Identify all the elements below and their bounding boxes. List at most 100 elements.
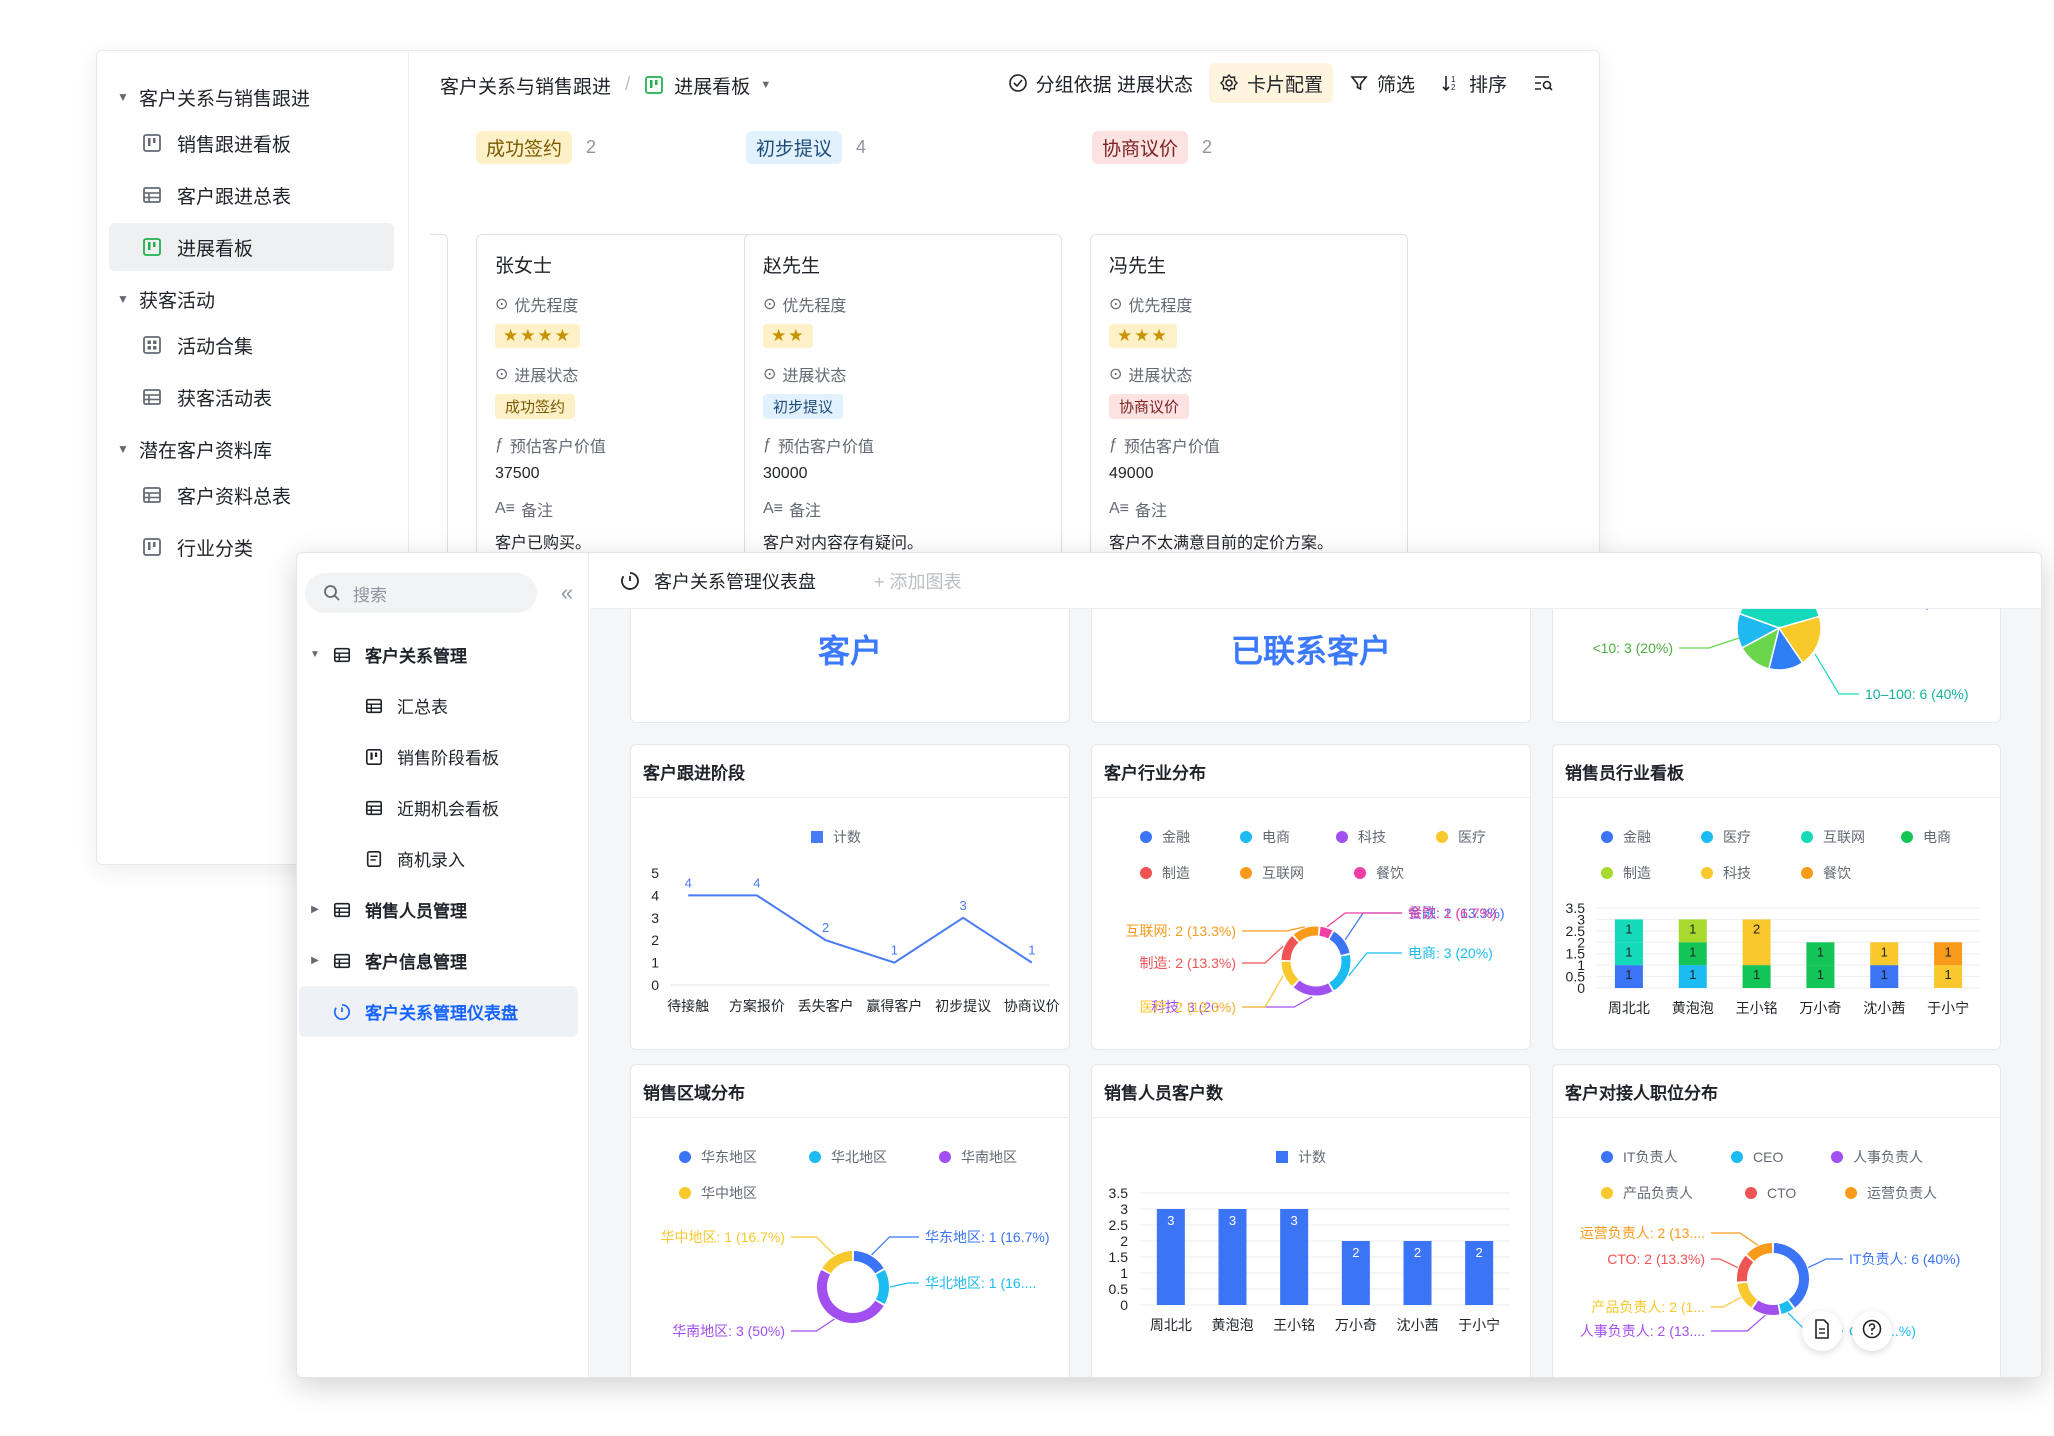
- callout-line: [1344, 912, 1402, 941]
- x-tick-label: 沈小茜: [1863, 1000, 1905, 1016]
- chart-panel-region[interactable]: 销售区域分布 华东地区 华北地区 华南地区 华中地区 华东地区: 1 (16.7%) 华北地…: [630, 1064, 1070, 1377]
- sidebar-item-activity-table[interactable]: 获客活动表: [109, 373, 394, 421]
- x-tick-label: 待接触: [667, 998, 709, 1014]
- callout-line: [1242, 945, 1284, 964]
- sidebar-item-activity-gallery[interactable]: 活动合集: [109, 321, 394, 369]
- sidebar-item-customer-table[interactable]: 客户跟进总表: [109, 171, 394, 219]
- add-chart-button[interactable]: + 添加图表: [874, 568, 962, 594]
- legend-swatch: [1801, 831, 1813, 843]
- callout-line: [1711, 1232, 1759, 1246]
- chart-panel-industry[interactable]: 客户行业分布 金融 电商 科技 医疗 制造 互联网 餐饮 金融: 2 (13.3%) 电商: 3 …: [1091, 744, 1531, 1050]
- x-tick-label: 初步提议: [935, 998, 991, 1014]
- chart-panel-stage[interactable]: 客户跟进阶段 计数 0 1 2 3 4 5 4 待接触 4 方案报价 2 丢失客户 1 赢得客户 3 初步提议 1 协…: [630, 744, 1070, 1050]
- chart-panel-position[interactable]: 客户对接人职位分布 IT负责人 CEO 人事负责人 产品负责人 CTO 运营负责人 IT负责人…: [1552, 1064, 2001, 1377]
- sidebar-item-label: 销售跟进看板: [177, 134, 292, 156]
- field-label-text: 预估客户价值: [777, 439, 874, 456]
- field-label-text: 进展状态: [782, 368, 847, 385]
- sidebar-item-progress-kanban[interactable]: 进展看板: [109, 223, 394, 271]
- chart-panel-salesperson-industry[interactable]: 销售员行业看板 金融 医疗 互联网 电商 制造 科技 餐饮 0 0.5 1 1.5 2 2.5 3 3.5 1 1…: [1552, 744, 2001, 1050]
- legend-label: 医疗: [1723, 829, 1751, 845]
- chart-panel-top-pie[interactable]: <10: 3 (20%) >10000: 2 (13.3... 10–100: 6 …: [1552, 609, 2001, 723]
- sidebar-item-2[interactable]: 销售阶段看板: [299, 731, 578, 782]
- document-button[interactable]: [1802, 1311, 1842, 1351]
- form-icon: [363, 848, 385, 870]
- data-label: 1: [1625, 921, 1632, 936]
- field-label: ⊙ 进展状态: [1109, 362, 1389, 386]
- sidebar-item-3[interactable]: 近期机会看板: [299, 782, 578, 833]
- svg-text:2: 2: [1451, 83, 1456, 92]
- formula-icon: ƒ: [1109, 436, 1118, 453]
- data-label: 1: [1625, 944, 1632, 959]
- collapse-sidebar-icon[interactable]: «: [549, 575, 585, 611]
- legend-swatch: [1140, 831, 1152, 843]
- data-label: 2: [1352, 1245, 1359, 1260]
- sidebar-group-leads[interactable]: ▼ 潜在客户资料库: [97, 431, 408, 467]
- y-tick-label: 2.5: [1109, 1217, 1129, 1233]
- select-icon: ⊙: [763, 296, 777, 313]
- card-config-label: 卡片配置: [1246, 74, 1323, 96]
- field-label-text: 优先程度: [1128, 298, 1193, 315]
- data-label: 1: [1689, 944, 1696, 959]
- card-config-button[interactable]: 卡片配置: [1208, 63, 1333, 103]
- group-by-button[interactable]: 分组依据 进展状态: [998, 63, 1203, 103]
- sidebar-group-acquisition[interactable]: ▼ 获客活动: [97, 281, 408, 317]
- stat-card-customers[interactable]: 客户: [630, 609, 1070, 723]
- data-label: 华中地区: 1 (16.7%): [661, 1229, 785, 1245]
- kanban-card[interactable]: 赵先生 ⊙ 优先程度 ★★ ⊙ 进展状态 初步提议 ƒ 预估客户价值 30000 A≡…: [744, 234, 1062, 589]
- sidebar-group-label: 潜在客户资料库: [139, 440, 273, 462]
- search-input[interactable]: 搜索: [305, 573, 537, 613]
- sidebar-item-label: 近期机会看板: [397, 800, 499, 819]
- legend-swatch: [1601, 831, 1613, 843]
- sort-button[interactable]: 12 排序: [1431, 63, 1517, 103]
- sidebar-item-label: 获客活动表: [177, 388, 273, 410]
- sidebar-item-5[interactable]: ▶ 销售人员管理: [299, 884, 578, 935]
- legend-swatch: [1354, 867, 1366, 879]
- sidebar-item-7[interactable]: 客户关系管理仪表盘: [299, 986, 578, 1037]
- sidebar-item-label: 进展看板: [177, 238, 254, 260]
- legend-label: 华北地区: [831, 1149, 887, 1165]
- sidebar-item-sales-kanban[interactable]: 销售跟进看板: [109, 119, 394, 167]
- stat-card-label: 客户: [817, 633, 882, 669]
- sidebar-item-4[interactable]: 商机录入: [299, 833, 578, 884]
- select-icon: ⊙: [1109, 296, 1123, 313]
- legend-label: 金融: [1162, 829, 1190, 845]
- stat-card-contacted[interactable]: 已联系客户: [1091, 609, 1531, 723]
- sidebar-item-6[interactable]: ▶ 客户信息管理: [299, 935, 578, 986]
- chart-svg: <10: 3 (20%) >10000: 2 (13.3... 10–100: 6 …: [1592, 609, 1969, 702]
- field-label: ⊙ 进展状态: [495, 362, 775, 386]
- kanban-column-header[interactable]: 协商议价 2: [1092, 131, 1212, 164]
- legend-swatch: [1240, 831, 1252, 843]
- kanban-column-header[interactable]: 初步提议 4: [746, 131, 866, 164]
- search-records-button[interactable]: [1523, 63, 1565, 103]
- filter-button[interactable]: 筛选: [1339, 63, 1425, 103]
- legend-label: 计数: [833, 829, 861, 845]
- sidebar-item-1[interactable]: 汇总表: [299, 680, 578, 731]
- kanban-toolbar: 分组依据 进展状态 卡片配置 筛选 12 排序: [998, 63, 1565, 103]
- help-icon: [1862, 1319, 1882, 1344]
- x-tick-label: 黄泡泡: [1212, 1317, 1254, 1333]
- field-label: ƒ 预估客户价值: [763, 433, 1043, 457]
- y-tick-label: 2: [651, 932, 659, 948]
- search-placeholder: 搜索: [353, 585, 387, 605]
- x-tick-label: 协商议价: [1004, 998, 1060, 1014]
- sidebar-group-crm-sales[interactable]: ▼ 客户关系与销售跟进: [97, 79, 408, 115]
- legend-label: 制造: [1162, 865, 1190, 881]
- chart-panel-salesperson-count[interactable]: 销售人员客户数 计数 0 0.5 1 1.5 2 2.5 3 3.5 3 周北北 3 黄泡泡 3 王小铭 2 万小…: [1091, 1064, 1531, 1377]
- callout-line: [871, 1236, 919, 1256]
- kanban-icon: [644, 75, 664, 95]
- estimated-value: 30000: [763, 465, 808, 482]
- help-button[interactable]: [1852, 1311, 1892, 1351]
- donut-slice: [817, 1269, 884, 1323]
- breadcrumb[interactable]: 客户关系与销售跟进: [440, 72, 611, 99]
- callout-line: [791, 1318, 835, 1332]
- kanban-column-header[interactable]: 成功签约 2: [476, 131, 596, 164]
- view-switcher[interactable]: 进展看板 ▼: [644, 72, 771, 99]
- donut-slice: [1319, 926, 1333, 939]
- legend-label: 电商: [1923, 829, 1951, 845]
- field-label: ƒ 预估客户价值: [495, 433, 775, 457]
- x-tick-label: 黄泡泡: [1672, 1000, 1714, 1016]
- table-icon: [331, 644, 353, 666]
- sidebar-item-0[interactable]: ▼ 客户关系管理: [299, 629, 578, 680]
- data-label: 1: [1028, 943, 1035, 958]
- sidebar-item-customer-data[interactable]: 客户资料总表: [109, 471, 394, 519]
